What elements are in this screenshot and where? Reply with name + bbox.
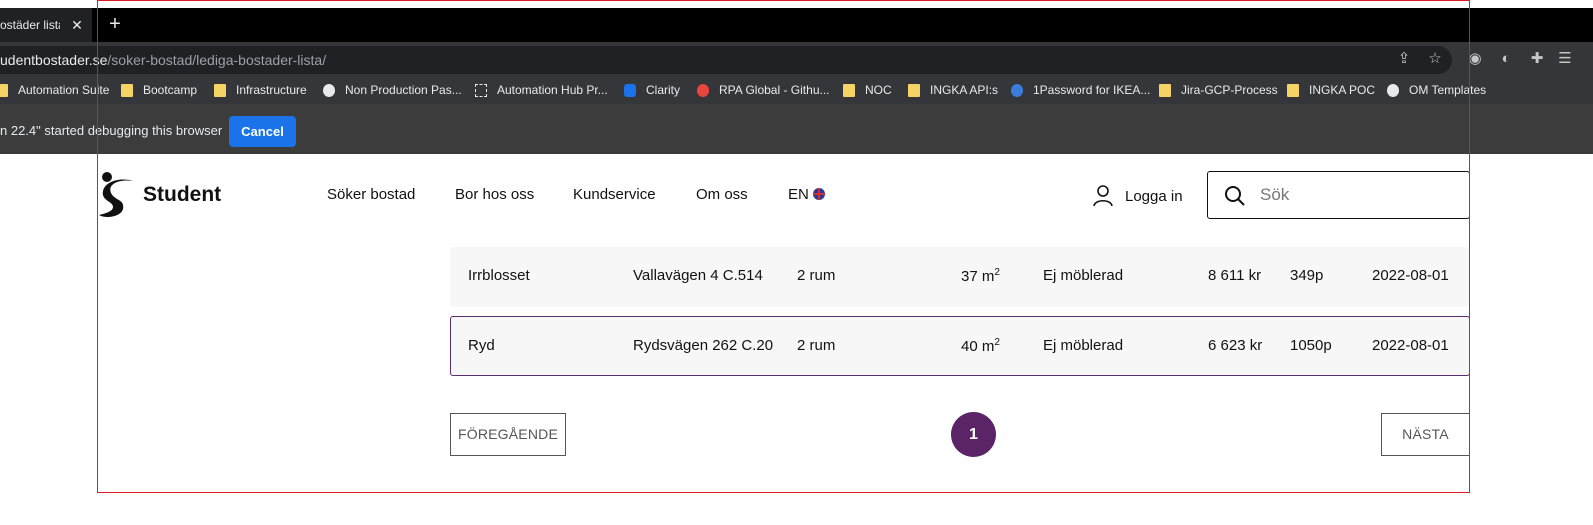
folder-icon xyxy=(1159,83,1171,97)
bookmark-item[interactable]: Bootcamp xyxy=(121,76,197,104)
listing-rent: 6 623 kr xyxy=(1208,337,1263,354)
close-tab-icon[interactable]: ✕ xyxy=(68,16,86,34)
password-icon xyxy=(1011,83,1023,97)
bookmark-item[interactable]: Clarity xyxy=(624,76,680,104)
folder-icon xyxy=(1287,83,1299,97)
site-logo[interactable]: Student xyxy=(97,171,232,219)
login-link[interactable]: Logga in xyxy=(1093,184,1183,208)
url-path: /soker-bostad/lediga-bostader-lista/ xyxy=(107,52,327,68)
nav-soker-bostad[interactable]: Söker bostad xyxy=(327,186,415,203)
cancel-button[interactable]: Cancel xyxy=(229,116,296,147)
folder-icon xyxy=(214,83,226,97)
folder-icon xyxy=(121,83,133,97)
next-page-button[interactable]: NÄSTA xyxy=(1381,413,1470,456)
listing-date: 2022-08-01 xyxy=(1372,267,1449,284)
listing-points: 349p xyxy=(1290,267,1324,284)
bookmark-item[interactable]: RPA Global - Githu... xyxy=(697,76,830,104)
bookmark-item[interactable]: NOC xyxy=(843,76,892,104)
listing-row-highlighted[interactable]: Ryd Rydsvägen 262 C.20 2 rum 40 m2 Ej mö… xyxy=(450,316,1470,376)
uk-flag-icon xyxy=(812,188,825,200)
listing-size: 40 m2 xyxy=(961,337,1000,355)
bookmark-item[interactable]: OM Templates xyxy=(1387,76,1486,104)
browser-tab[interactable]: ostäder lista | ✕ xyxy=(0,8,92,42)
current-page-indicator[interactable]: 1 xyxy=(951,412,996,457)
logo-text: Student xyxy=(143,183,222,206)
nav-kundservice[interactable]: Kundservice xyxy=(573,186,656,203)
clarity-icon xyxy=(624,83,636,97)
url-host: udentbostader.se xyxy=(0,52,108,68)
new-tab-icon[interactable]: + xyxy=(104,13,126,35)
globe-icon xyxy=(1387,83,1399,97)
browser-tabstrip: ostäder lista | ✕ + xyxy=(0,8,1593,42)
infobar-message: n 22.4" started debugging this browser xyxy=(0,123,223,138)
listing-address: Vallavägen 4 C.514 xyxy=(633,267,763,284)
share-icon[interactable]: ⇪ xyxy=(1395,50,1413,68)
listing-area: Ryd xyxy=(468,337,495,354)
listing-points: 1050p xyxy=(1290,337,1332,354)
listing-area: Irrblosset xyxy=(468,267,530,284)
user-icon xyxy=(1093,185,1113,207)
globe-icon xyxy=(323,83,335,97)
debugging-infobar: n 22.4" started debugging this browser C… xyxy=(0,104,1593,154)
bookmark-item[interactable]: INGKA POC xyxy=(1287,76,1375,104)
bookmark-item[interactable]: Non Production Pas... xyxy=(323,76,462,104)
extensions-puzzle-icon[interactable]: ✚ xyxy=(1528,50,1546,68)
bookmark-item[interactable]: Automation Hub Pr... xyxy=(475,76,608,104)
tab-title: ostäder lista | xyxy=(0,18,60,32)
folder-icon xyxy=(843,83,855,97)
search-box xyxy=(1207,171,1470,219)
folder-icon xyxy=(908,83,920,97)
nav-om-oss[interactable]: Om oss xyxy=(696,186,748,203)
previous-page-button[interactable]: FÖREGÅENDE xyxy=(450,413,566,456)
listing-date: 2022-08-01 xyxy=(1372,337,1449,354)
listing-rent: 8 611 kr xyxy=(1208,267,1262,284)
bookmark-item[interactable]: Infrastructure xyxy=(214,76,307,104)
extension-1password-icon[interactable]: ◉ xyxy=(1466,50,1484,68)
bookmark-star-icon[interactable]: ☆ xyxy=(1426,50,1444,68)
rpa-icon xyxy=(697,83,709,97)
bookmark-item[interactable]: 1Password for IKEA... xyxy=(1011,76,1150,104)
browser-toolbar: udentbostader.se/soker-bostad/lediga-bos… xyxy=(0,42,1593,76)
menu-icon[interactable]: ☰ xyxy=(1556,50,1574,68)
listing-furnished: Ej möblerad xyxy=(1043,267,1124,284)
address-bar[interactable]: udentbostader.se/soker-bostad/lediga-bos… xyxy=(0,46,1452,74)
extension-icon[interactable]: ◐ xyxy=(1497,50,1515,68)
bookmark-item[interactable]: Jira-GCP-Process xyxy=(1159,76,1278,104)
login-label: Logga in xyxy=(1125,187,1183,205)
language-label: EN xyxy=(788,186,809,203)
nav-bor-hos-oss[interactable]: Bor hos oss xyxy=(455,186,534,203)
bookmark-item[interactable]: INGKA API:s xyxy=(908,76,998,104)
listing-size: 37 m2 xyxy=(961,267,1000,285)
listing-address: Rydsvägen 262 C.20 xyxy=(633,337,774,354)
search-icon[interactable] xyxy=(1224,185,1246,207)
bookmarks-bar: Automation Suite Bootcamp Infrastructure… xyxy=(0,76,1593,104)
search-input[interactable] xyxy=(1260,182,1460,208)
language-switch[interactable]: EN xyxy=(788,186,825,203)
hub-icon xyxy=(475,83,487,97)
bookmark-item[interactable]: Automation Suite xyxy=(0,76,109,104)
listing-furnished: Ej möblerad xyxy=(1043,337,1124,354)
listing-row[interactable]: Irrblosset Vallavägen 4 C.514 2 rum 37 m… xyxy=(450,247,1470,307)
folder-icon xyxy=(0,83,8,97)
listing-rooms: 2 rum xyxy=(797,337,836,354)
logo-mark-icon xyxy=(99,172,133,217)
listing-rooms: 2 rum xyxy=(797,267,836,284)
